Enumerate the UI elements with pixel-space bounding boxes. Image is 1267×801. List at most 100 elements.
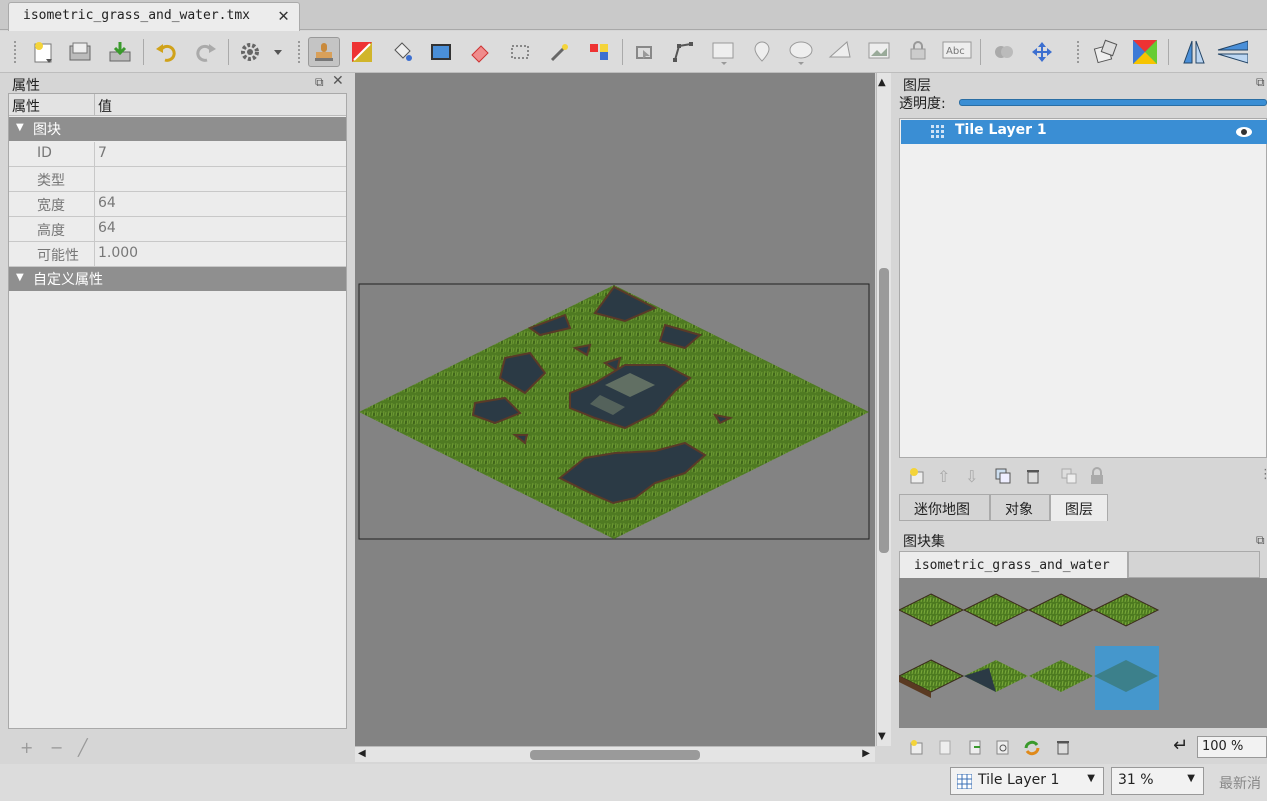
terrain-brush-icon[interactable]: [346, 37, 378, 67]
tab-layers[interactable]: 图层: [1050, 494, 1108, 521]
map-canvas[interactable]: [355, 73, 875, 746]
insert-ellipse-icon[interactable]: [785, 37, 817, 67]
flip-vertical-icon[interactable]: [1216, 37, 1248, 67]
export-tileset-icon[interactable]: [967, 739, 983, 759]
svg-text:Abc: Abc: [946, 46, 965, 57]
stamp-brush-icon[interactable]: [308, 37, 340, 67]
insert-tile-icon[interactable]: [863, 37, 895, 67]
tab-minimap[interactable]: 迷你地图: [899, 494, 990, 521]
layers-list[interactable]: Tile Layer 1: [899, 118, 1267, 458]
new-layer-icon[interactable]: [909, 467, 927, 489]
insert-point-icon[interactable]: [746, 37, 778, 67]
tile-row-1[interactable]: [897, 593, 1160, 627]
property-row-type[interactable]: 类型: [9, 167, 346, 192]
select-objects-icon[interactable]: [629, 37, 661, 67]
eraser-icon[interactable]: [464, 37, 496, 67]
magic-wand-icon[interactable]: [543, 37, 575, 67]
edit-polygons-icon[interactable]: [667, 37, 699, 67]
commands-icon[interactable]: [236, 37, 286, 67]
property-row-width[interactable]: 宽度 64: [9, 192, 346, 217]
duplicate-layer-icon[interactable]: [995, 468, 1011, 488]
horizontal-scroll-thumb[interactable]: [530, 750, 700, 760]
insert-text-icon[interactable]: Abc: [941, 37, 973, 67]
move-icon[interactable]: [1026, 37, 1058, 67]
close-panel-icon[interactable]: ✕: [332, 73, 344, 89]
lock-layer-icon[interactable]: [1089, 467, 1105, 489]
random-mode-icon[interactable]: [1090, 37, 1122, 67]
world-tool-icon[interactable]: [988, 37, 1020, 67]
layer-row[interactable]: Tile Layer 1: [901, 120, 1267, 144]
redo-icon[interactable]: [190, 37, 222, 67]
opacity-slider[interactable]: [959, 99, 1267, 106]
add-property-icon[interactable]: +: [20, 738, 33, 757]
layer-menu-icon[interactable]: ⋮: [1259, 467, 1267, 482]
tile-row-2[interactable]: [897, 646, 1159, 710]
lower-layer-icon[interactable]: ⇩: [965, 467, 978, 486]
float-panel-icon[interactable]: ⧉: [315, 75, 324, 90]
embed-tileset-icon[interactable]: [937, 739, 953, 759]
float-panel-icon[interactable]: ⧉: [1256, 75, 1265, 90]
scroll-left-arrow-icon[interactable]: ◀: [358, 748, 366, 759]
remove-tileset-icon[interactable]: [1055, 739, 1071, 759]
tab-objects[interactable]: 对象: [990, 494, 1050, 521]
isometric-map[interactable]: [355, 73, 875, 746]
toolbar-handle[interactable]: [14, 41, 18, 63]
rect-select-icon[interactable]: [504, 37, 536, 67]
vertical-scroll-thumb[interactable]: [879, 268, 889, 553]
canvas-horizontal-scrollbar[interactable]: ◀ ▶: [355, 746, 875, 762]
insert-template-icon[interactable]: [902, 37, 934, 67]
canvas-vertical-scrollbar[interactable]: ▲ ▼: [876, 73, 891, 746]
delete-layer-icon[interactable]: [1025, 468, 1041, 488]
tileset-zoom-combo[interactable]: 100 %: [1197, 736, 1267, 758]
close-tab-icon[interactable]: ✕: [278, 5, 289, 26]
undo-icon[interactable]: [150, 37, 182, 67]
scroll-right-arrow-icon[interactable]: ▶: [862, 748, 870, 759]
flip-horizontal-icon[interactable]: [1178, 37, 1210, 67]
new-tileset-icon[interactable]: [909, 739, 925, 759]
group-custom-properties[interactable]: ▼ 自定义属性: [9, 267, 346, 291]
column-header-name[interactable]: 属性: [9, 94, 95, 116]
tileset-properties-icon[interactable]: [995, 739, 1011, 759]
tileset-tab[interactable]: isometric_grass_and_water: [899, 551, 1128, 578]
property-value[interactable]: 1.000: [98, 245, 138, 261]
scroll-down-arrow-icon[interactable]: ▼: [878, 731, 886, 742]
visibility-eye-icon[interactable]: [1235, 126, 1253, 138]
dropdown-arrow-icon[interactable]: ▼: [1187, 773, 1195, 784]
collapse-arrow-icon[interactable]: ▼: [16, 122, 24, 133]
tileset-tiles[interactable]: [897, 578, 1267, 728]
tileset-zoom-value: 100 %: [1202, 739, 1244, 754]
merge-layer-icon[interactable]: [1061, 468, 1077, 488]
remove-property-icon[interactable]: −: [50, 738, 63, 757]
property-row-height[interactable]: 高度 64: [9, 217, 346, 242]
float-panel-icon[interactable]: ⧉: [1256, 533, 1265, 548]
property-row-id[interactable]: ID 7: [9, 142, 346, 167]
shape-fill-icon[interactable]: [425, 37, 457, 67]
property-row-probability[interactable]: 可能性 1.000: [9, 242, 346, 267]
property-value: 64: [98, 220, 116, 236]
wang-fill-icon[interactable]: [1129, 37, 1161, 67]
tileset-view[interactable]: [897, 578, 1267, 728]
insert-polygon-icon[interactable]: [824, 37, 856, 67]
select-same-tile-icon[interactable]: [583, 37, 615, 67]
group-tile[interactable]: ▼ 图块: [9, 117, 346, 141]
bucket-fill-icon[interactable]: [386, 37, 418, 67]
save-icon[interactable]: [104, 37, 136, 67]
properties-table: 属性 值 ▼ 图块 ID 7 类型 宽度 64 高度 64 可能性 1.000 …: [8, 93, 347, 729]
current-layer-combo[interactable]: Tile Layer 1 ▼: [950, 767, 1104, 795]
edit-terrain-icon[interactable]: [1023, 739, 1041, 761]
reset-zoom-icon[interactable]: ↵: [1173, 735, 1188, 756]
scroll-up-arrow-icon[interactable]: ▲: [878, 77, 886, 88]
raise-layer-icon[interactable]: ⇧: [937, 467, 950, 486]
properties-panel-title: 属性: [12, 78, 40, 94]
zoom-combo[interactable]: 31 % ▼: [1111, 767, 1204, 795]
insert-rect-icon[interactable]: [707, 37, 739, 67]
dropdown-arrow-icon[interactable]: ▼: [1087, 773, 1095, 784]
new-map-icon[interactable]: [28, 37, 60, 67]
collapse-arrow-icon[interactable]: ▼: [16, 272, 24, 283]
rename-property-icon[interactable]: ╱: [78, 738, 88, 757]
open-icon[interactable]: [64, 37, 96, 67]
document-tab[interactable]: isometric_grass_and_water.tmx ✕: [8, 2, 300, 31]
column-header-value[interactable]: 值: [95, 94, 346, 116]
opacity-label: 透明度:: [899, 96, 946, 112]
news-button[interactable]: 最新消: [1219, 773, 1261, 793]
